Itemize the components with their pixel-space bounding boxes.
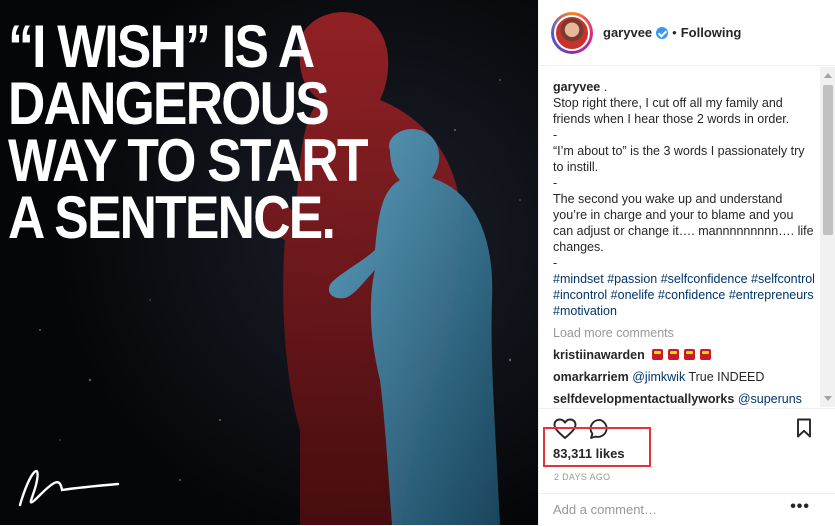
following-button[interactable]: Following — [681, 25, 742, 40]
caption-line: - — [553, 176, 558, 190]
post-photo[interactable]: “I WISH” IS A DANGEROUS WAY TO START A S… — [0, 0, 538, 525]
load-more-comments-link[interactable]: Load more comments — [553, 325, 815, 341]
caption-header: garyvee . — [553, 79, 815, 95]
instagram-post: “I WISH” IS A DANGEROUS WAY TO START A S… — [0, 0, 835, 525]
comment-text: True INDEED — [685, 370, 765, 384]
username-link[interactable]: garyvee — [603, 25, 652, 40]
comment-row: omarkarriem @jimkwik True INDEED — [553, 369, 815, 385]
add-comment-input[interactable] — [553, 499, 773, 519]
caption-line: “I’m about to” is the 3 words I passiona… — [553, 144, 805, 174]
avatar-image — [554, 14, 590, 51]
quote-text: “I WISH” IS A DANGEROUS WAY TO START A S… — [8, 13, 369, 251]
100-icon — [683, 349, 695, 360]
caption-hashtags[interactable]: #mindset #passion #selfconfidence #selfc… — [553, 271, 815, 319]
add-comment-bar: ••• — [539, 493, 835, 526]
separator-dot: • — [672, 25, 677, 40]
caption-line: The second you wake up and understand yo… — [553, 192, 814, 254]
100-icon — [667, 349, 679, 360]
heart-icon[interactable] — [553, 418, 577, 440]
100-icon — [699, 349, 711, 360]
caption-block: garyvee . Stop right there, I cut off al… — [553, 79, 815, 407]
likes-count[interactable]: 83,311 likes — [553, 446, 625, 461]
scroll-up-arrow-icon[interactable] — [824, 73, 832, 78]
caption-trailing-dot: . — [600, 80, 608, 94]
caption-line: Stop right there, I cut off all my famil… — [553, 96, 790, 126]
comment-emoji-group — [648, 348, 715, 362]
scroll-down-arrow-icon[interactable] — [824, 396, 832, 401]
comment-username[interactable]: kristiinawarden — [553, 348, 645, 362]
comments-scrollbar[interactable] — [820, 67, 835, 407]
action-bar — [539, 408, 835, 447]
comment-mention[interactable]: @superuns — [738, 392, 802, 406]
comment-mention[interactable]: @jimkwik — [632, 370, 685, 384]
comments-section[interactable]: garyvee . Stop right there, I cut off al… — [539, 67, 835, 407]
caption-line: - — [553, 128, 558, 142]
comment-username[interactable]: omarkarriem — [553, 370, 629, 384]
avatar[interactable] — [551, 11, 593, 54]
comment-bubble-icon[interactable] — [589, 418, 611, 440]
bookmark-icon[interactable] — [796, 418, 812, 438]
caption-line: - — [553, 256, 558, 270]
verified-badge-icon — [656, 26, 669, 39]
post-header: garyvee • Following — [539, 0, 835, 66]
caption-username[interactable]: garyvee — [553, 80, 600, 94]
100-icon — [651, 349, 663, 360]
comment-row: selfdevelopmentactuallyworks @superuns — [553, 391, 815, 407]
more-options-icon[interactable]: ••• — [790, 499, 810, 515]
post-timestamp[interactable]: 2 DAYS AGO — [554, 472, 610, 482]
comment-row: kristiinawarden — [553, 347, 815, 363]
scrollbar-thumb[interactable] — [823, 85, 833, 235]
comment-username[interactable]: selfdevelopmentactuallyworks — [553, 392, 734, 406]
post-side-panel: garyvee • Following garyvee . Stop right… — [538, 0, 835, 525]
